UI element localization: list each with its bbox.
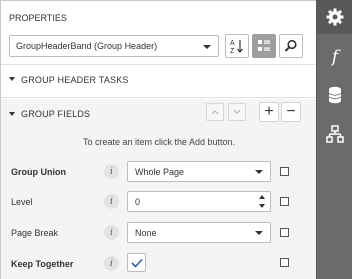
- property-checkbox[interactable]: [280, 258, 289, 267]
- info-icon[interactable]: i: [104, 164, 119, 179]
- chevron-down-icon: [203, 45, 211, 49]
- move-up-button[interactable]: [206, 103, 224, 121]
- property-label-group-union: Group Union: [11, 167, 66, 177]
- database-icon: [328, 86, 342, 104]
- tab-properties[interactable]: [317, 0, 352, 34]
- info-icon[interactable]: i: [104, 256, 119, 271]
- categories-icon: [258, 40, 270, 51]
- remove-field-button[interactable]: −: [281, 102, 301, 122]
- keep-together-checkbox[interactable]: [127, 253, 146, 272]
- group-fields-area: [1, 99, 317, 279]
- function-icon: f: [331, 47, 339, 67]
- move-down-button[interactable]: [228, 103, 246, 121]
- chevron-up-icon: [211, 110, 219, 115]
- search-button[interactable]: [279, 34, 303, 58]
- group-union-value: Whole Page: [135, 167, 185, 177]
- tab-expressions[interactable]: f: [317, 40, 352, 74]
- property-checkbox[interactable]: [280, 197, 289, 206]
- sort-alphabetical-button[interactable]: A Z: [225, 34, 249, 58]
- categorized-view-button[interactable]: [252, 34, 276, 58]
- sort-az-icon: A Z: [230, 40, 243, 54]
- spin-down-icon[interactable]: [259, 204, 265, 208]
- property-checkbox[interactable]: [280, 228, 289, 237]
- section-title[interactable]: GROUP FIELDS: [21, 109, 90, 119]
- spin-up-icon[interactable]: [259, 195, 265, 199]
- component-selector[interactable]: GroupHeaderBand (Group Header): [9, 35, 219, 57]
- collapse-triangle-icon: [9, 112, 15, 116]
- search-icon: [284, 39, 297, 52]
- divider: [1, 97, 317, 98]
- level-spinner[interactable]: 0: [127, 191, 271, 212]
- info-icon[interactable]: i: [104, 194, 119, 209]
- tab-field-list[interactable]: [317, 78, 352, 112]
- property-checkbox[interactable]: [280, 167, 289, 176]
- panel-title: PROPERTIES: [9, 13, 67, 23]
- empty-list-hint: To create an item click the Add button.: [82, 137, 236, 147]
- group-union-select[interactable]: Whole Page: [127, 161, 271, 182]
- component-selector-value: GroupHeaderBand (Group Header): [16, 41, 158, 51]
- properties-panel: PROPERTIES GroupHeaderBand (Group Header…: [0, 0, 317, 279]
- property-label-level: Level: [11, 197, 33, 207]
- level-value: 0: [135, 197, 141, 207]
- svg-text:Z: Z: [230, 48, 235, 54]
- chevron-down-icon: [233, 109, 241, 114]
- page-break-value: None: [135, 228, 157, 238]
- hierarchy-icon: [326, 125, 344, 143]
- property-label-page-break: Page Break: [11, 228, 59, 238]
- panel-sidebar: f: [316, 0, 352, 279]
- add-field-button[interactable]: +: [259, 102, 279, 122]
- chevron-down-icon: [255, 170, 263, 174]
- section-title: GROUP HEADER TASKS: [21, 75, 129, 85]
- section-group-header-tasks[interactable]: GROUP HEADER TASKS: [1, 65, 317, 95]
- info-icon[interactable]: i: [104, 225, 119, 240]
- svg-text:A: A: [230, 40, 235, 47]
- tab-report-explorer[interactable]: [317, 117, 352, 151]
- gear-icon: [326, 8, 344, 26]
- property-label-keep-together: Keep Together: [11, 259, 74, 269]
- chevron-down-icon: [255, 231, 263, 235]
- checkmark-icon: [130, 258, 143, 268]
- page-break-select[interactable]: None: [127, 222, 271, 243]
- collapse-triangle-icon: [9, 77, 15, 81]
